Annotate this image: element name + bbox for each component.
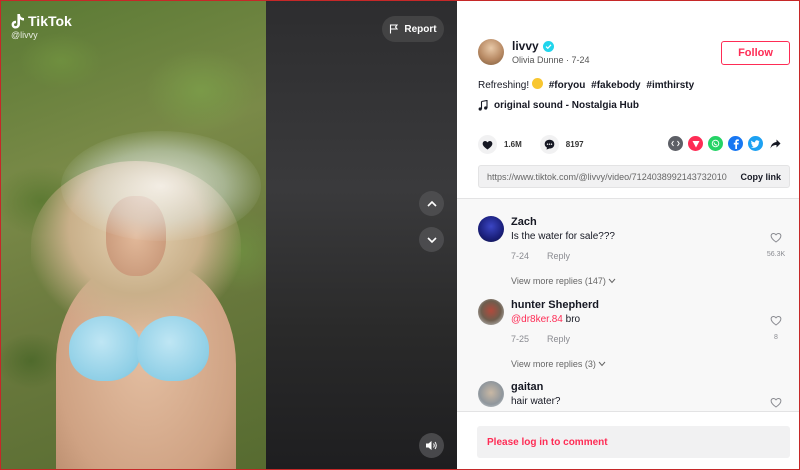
copy-link-button[interactable]: Copy link [740,172,781,182]
facebook-icon[interactable] [728,136,743,151]
share-link-box: https://www.tiktok.com/@livvy/video/7124… [478,165,790,188]
heart-outline-icon [770,316,782,326]
tiktok-logo[interactable]: TikTok @livvy [11,13,72,40]
caption-text: Refreshing! [478,80,530,91]
commenter-name[interactable]: hunter Shepherd [511,299,599,311]
grinning-emoji-icon [531,78,543,89]
tiktok-note-icon [11,14,24,29]
comment-like-button[interactable] [762,395,790,411]
comment-date: 7-24 [511,251,530,261]
video-garment-left [69,316,141,381]
comment-bubble-icon [544,139,555,150]
details-panel: livvy Olivia Dunne · 7-24 Follow Refresh… [457,1,799,469]
comment-text: Is the water for sale??? [511,231,615,242]
watermark-handle: @livvy [11,30,38,40]
chevron-down-icon [426,236,437,243]
music-title: original sound - Nostalgia Hub [494,100,639,111]
video-water-splash [61,131,261,241]
engagement-bar: 1.6M 8197 [478,135,602,154]
commenter-name[interactable]: gaitan [511,381,560,393]
video-caption: Refreshing! #foryou #fakebody #imthirsty [478,78,694,91]
like-button[interactable] [478,135,497,154]
view-more-replies-button[interactable]: View more replies (3) [511,359,606,369]
comment-button[interactable] [539,135,559,154]
chevron-down-icon [609,278,616,284]
reply-button[interactable]: Reply [547,334,570,344]
hashtag-link[interactable]: #fakebody [591,80,640,91]
video-frame[interactable] [1,1,267,469]
heart-outline-icon [770,398,782,408]
author-block[interactable]: livvy Olivia Dunne · 7-24 [478,39,590,65]
mute-button[interactable] [419,433,444,458]
report-button[interactable]: Report [382,16,444,42]
music-link[interactable]: original sound - Nostalgia Hub [478,100,639,111]
author-username[interactable]: livvy [512,39,539,53]
hashtag-link[interactable]: #foryou [549,80,586,91]
twitter-icon[interactable] [748,136,763,151]
like-count: 1.6M [504,140,522,149]
user-mention-link[interactable]: @dr8ker.84 [511,314,563,325]
view-more-label: View more replies (147) [511,276,606,286]
comment-like-count: 56.3K [766,251,786,258]
comment-count: 8197 [565,140,584,149]
author-avatar[interactable] [478,39,504,65]
share-buttons [668,136,783,151]
chevron-down-icon [599,361,606,367]
app-window: TikTok @livvy Report livvy Olivia Dunne … [0,0,800,470]
comment-like-button[interactable]: 56.3K [762,230,790,258]
reply-button[interactable]: Reply [547,251,570,261]
commenter-avatar[interactable] [478,381,504,407]
follow-button[interactable]: Follow [721,41,790,65]
video-player[interactable]: TikTok @livvy Report [1,1,457,469]
comment-text-row: @dr8ker.84 bro [511,314,599,325]
comments-list[interactable]: Zach Is the water for sale??? 7-24 Reply… [457,198,799,411]
previous-video-button[interactable] [419,191,444,216]
comment-login-bar: Please log in to comment [457,411,799,469]
login-to-comment-button[interactable]: Please log in to comment [477,426,790,458]
hashtag-link[interactable]: #imthirsty [646,80,694,91]
video-url-field[interactable]: https://www.tiktok.com/@livvy/video/7124… [487,172,732,182]
comment-text: hair water? [511,396,561,407]
music-note-icon [478,100,488,111]
tiktok-brand-label: TikTok [28,13,72,29]
heart-outline-icon [770,233,782,243]
commenter-name[interactable]: Zach [511,216,615,228]
heart-icon [482,140,493,149]
view-more-replies-button[interactable]: View more replies (147) [511,276,616,286]
video-garment-right [137,316,209,381]
chevron-up-icon [426,200,437,207]
next-video-button[interactable] [419,227,444,252]
commenter-avatar[interactable] [478,299,504,325]
send-to-friends-icon[interactable] [688,136,703,151]
verified-badge-icon [542,40,554,52]
comment-date: 7-25 [511,334,530,344]
embed-code-icon[interactable] [668,136,683,151]
comment-like-button[interactable]: 8 [762,313,790,341]
whatsapp-icon[interactable] [708,136,723,151]
author-display-name: Olivia Dunne [512,55,564,65]
commenter-avatar[interactable] [478,216,504,242]
flag-icon [390,24,399,34]
post-date: 7-24 [571,55,590,65]
view-more-label: View more replies (3) [511,359,596,369]
comment-like-count: 8 [774,334,778,341]
volume-icon [426,441,437,450]
report-label: Report [404,23,437,35]
comment-text: bro [565,314,581,325]
share-arrow-icon[interactable] [768,136,783,151]
